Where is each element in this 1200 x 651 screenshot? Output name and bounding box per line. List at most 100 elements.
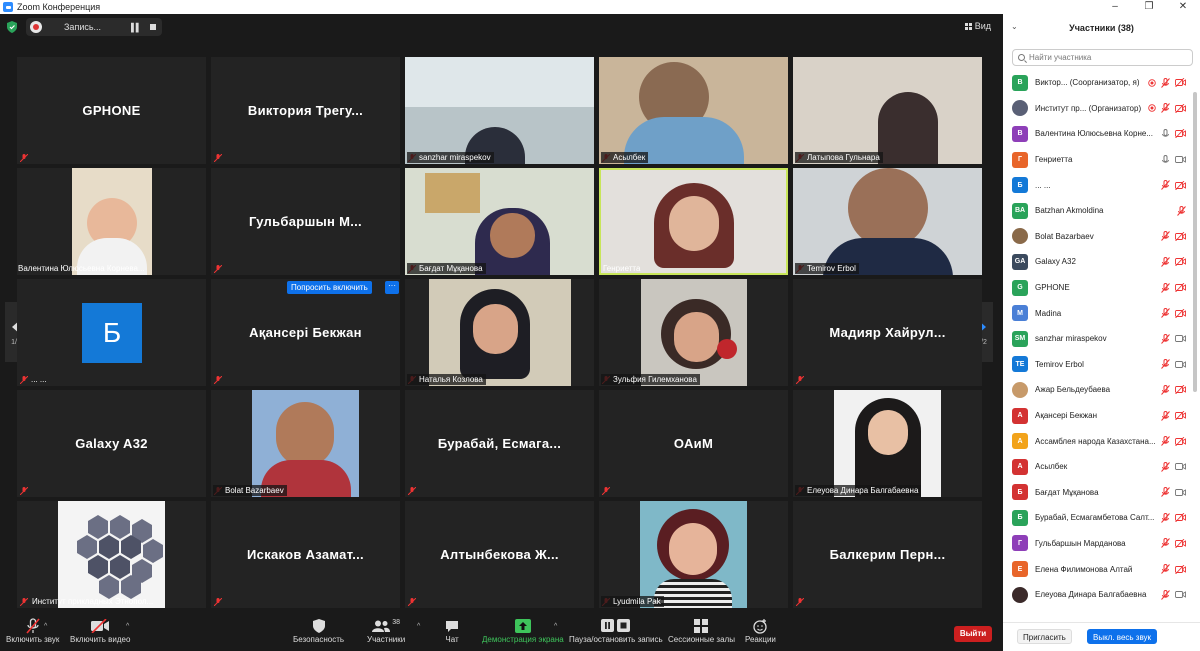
participant-avatar: BA: [1012, 202, 1028, 219]
pause-recording-icon[interactable]: ▌▌: [131, 23, 141, 32]
participant-avatar: [1012, 586, 1028, 603]
participant-avatar: M: [1012, 305, 1028, 322]
participant-row[interactable]: Б Бағдат Мұқанова: [1003, 480, 1193, 506]
participant-row[interactable]: А Ассамблея народа Казахстана...: [1003, 428, 1193, 454]
participant-name: ... ...: [1035, 180, 1051, 190]
video-tile[interactable]: Зульфия Гилемханова: [599, 279, 788, 386]
participant-row[interactable]: Институт пр... (Организатор): [1003, 96, 1193, 122]
participants-button[interactable]: 38 Участники ^: [367, 617, 420, 645]
chevron-up-icon[interactable]: ^: [554, 623, 557, 630]
participant-caption: Зульфия Гилемханова: [601, 374, 700, 385]
participant-row[interactable]: BA Batzhan Akmoldina: [1003, 198, 1193, 224]
security-button[interactable]: Безопасность: [293, 617, 344, 644]
video-tile[interactable]: Мадияр Хайрул...: [793, 279, 982, 386]
participant-status-icons: [1161, 589, 1186, 600]
video-tile[interactable]: Бағдат Мұқанова: [405, 168, 594, 275]
unmute-label: Включить звук: [6, 635, 60, 644]
participant-row[interactable]: TE Temirov Erbol: [1003, 352, 1193, 378]
participant-row[interactable]: G GPHONE: [1003, 275, 1193, 301]
participant-row[interactable]: M Madina: [1003, 300, 1193, 326]
reactions-button[interactable]: Реакции: [745, 617, 776, 644]
participant-row[interactable]: GA Galaxy A32: [1003, 249, 1193, 275]
close-icon[interactable]: ✕: [1166, 0, 1200, 14]
video-tile[interactable]: Балкерим Перн...: [793, 501, 982, 608]
video-tile[interactable]: Асылбек: [599, 57, 788, 164]
participant-list-scrollbar[interactable]: [1193, 92, 1197, 392]
video-feed-face: [848, 168, 928, 248]
video-tile[interactable]: Наталья Козлова: [405, 279, 594, 386]
video-tile[interactable]: Елеуова Динара Балгабаевна: [793, 390, 982, 497]
video-tile[interactable]: Bolat Bazarbaev: [211, 390, 400, 497]
chevron-up-icon[interactable]: ^: [126, 623, 129, 630]
video-tile[interactable]: Б ... ...: [17, 279, 206, 386]
participant-row[interactable]: Елеуова Динара Балгабаевна: [1003, 582, 1193, 608]
mic-muted-icon: [214, 265, 222, 273]
video-tile[interactable]: Ақансері Бекжан: [211, 279, 400, 386]
participant-avatar: [1012, 100, 1028, 117]
unmute-button[interactable]: Включить звук ^: [6, 617, 59, 644]
participant-avatar: Г: [1012, 151, 1028, 168]
video-tile[interactable]: Lyudmila Pak: [599, 501, 788, 608]
video-tile[interactable]: Гульбаршын М...: [211, 168, 400, 275]
participant-name: Гульбаршын Марданова: [1035, 538, 1126, 548]
video-tile[interactable]: Институт прикладных Этнопол...: [17, 501, 206, 608]
invite-button[interactable]: Пригласить: [1017, 629, 1072, 644]
video-tile[interactable]: Искаков Азамат...: [211, 501, 400, 608]
participant-avatar: В: [1012, 125, 1028, 142]
participant-row[interactable]: Ажар Бельдеубаева: [1003, 377, 1193, 403]
ask-to-unmute-button[interactable]: Попросить включить: [287, 281, 372, 294]
recording-label: Запись...: [64, 22, 102, 32]
participant-name: Ассамблея народа Казахстана...: [1035, 436, 1156, 446]
video-tile[interactable]: GPHONE: [17, 57, 206, 164]
participant-status-icons: [1177, 205, 1186, 216]
breakout-rooms-button[interactable]: Сессионные залы: [668, 617, 735, 644]
chevron-up-icon[interactable]: ^: [417, 623, 420, 630]
maximize-icon[interactable]: ❐: [1132, 0, 1166, 14]
view-button[interactable]: Вид: [964, 21, 991, 31]
start-video-button[interactable]: Включить видео ^: [70, 617, 130, 644]
video-tile[interactable]: Бурабай, Есмага...: [405, 390, 594, 497]
video-tile[interactable]: Виктория Трегу...: [211, 57, 400, 164]
video-tile-active-speaker[interactable]: Генриетта: [599, 168, 788, 275]
encryption-shield-icon[interactable]: [7, 21, 17, 33]
zoom-app-icon: [3, 2, 13, 12]
mic-muted-icon: [214, 598, 222, 606]
participant-row[interactable]: А Асылбек: [1003, 454, 1193, 480]
recording-indicator[interactable]: Запись... ▌▌: [26, 18, 162, 36]
video-tile[interactable]: Валентина Юлюсьевна Корнева...: [17, 168, 206, 275]
chevron-up-icon[interactable]: ^: [44, 623, 47, 630]
participant-search-input[interactable]: Найти участника: [1012, 49, 1193, 66]
participant-row[interactable]: Г Гульбаршын Марданова: [1003, 531, 1193, 557]
video-tile[interactable]: Galaxy A32: [17, 390, 206, 497]
participant-avatar: В: [1012, 74, 1028, 91]
participant-row[interactable]: А Ақансері Бекжан: [1003, 403, 1193, 429]
participant-row[interactable]: В Валентина Юлюсьевна Корне...: [1003, 121, 1193, 147]
mic-muted-icon: [1161, 384, 1170, 395]
video-tile[interactable]: Латыпова Гульнара: [793, 57, 982, 164]
video-tile[interactable]: Алтынбекова Ж...: [405, 501, 594, 608]
tile-more-button[interactable]: ···: [385, 281, 399, 294]
participant-row[interactable]: Е Елена Филимонова Алтай: [1003, 556, 1193, 582]
pause-stop-recording-button[interactable]: Пауза/остановить запись: [569, 617, 663, 644]
video-tile[interactable]: ОАиМ: [599, 390, 788, 497]
participant-row[interactable]: Г Генриетта: [1003, 147, 1193, 173]
participant-row[interactable]: Б Бурабай, Есмагамбетова Салт...: [1003, 505, 1193, 531]
participant-avatar: [1012, 228, 1028, 245]
participant-row[interactable]: В Виктор... (Соорганизатор, я): [1003, 70, 1193, 96]
video-feed-face: [674, 312, 719, 362]
chat-button[interactable]: Чат: [445, 617, 459, 644]
leave-meeting-button[interactable]: Выйти: [954, 626, 992, 642]
stop-recording-icon[interactable]: [150, 24, 157, 30]
video-off-icon: [91, 619, 110, 633]
participant-row[interactable]: Б ... ...: [1003, 172, 1193, 198]
start-video-label: Включить видео: [70, 635, 131, 644]
participant-caption: Институт прикладных Этнопол...: [32, 597, 154, 606]
mute-all-button[interactable]: Выкл. весь звук: [1087, 629, 1158, 644]
video-tile[interactable]: Temirov Erbol: [793, 168, 982, 275]
participant-row[interactable]: Bolat Bazarbaev: [1003, 224, 1193, 250]
minimize-icon[interactable]: –: [1098, 0, 1132, 14]
share-screen-icon: [514, 619, 531, 633]
video-tile[interactable]: sanzhar miraspekov: [405, 57, 594, 164]
participant-row[interactable]: SM sanzhar miraspekov: [1003, 326, 1193, 352]
share-screen-button[interactable]: Демонстрация экрана ^: [482, 617, 564, 644]
